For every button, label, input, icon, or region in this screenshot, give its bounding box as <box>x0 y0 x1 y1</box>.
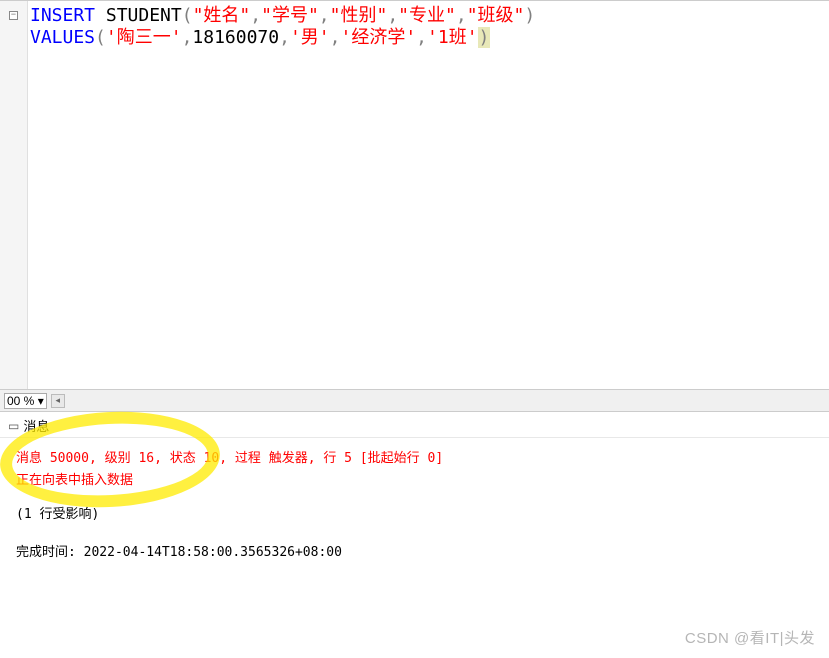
messages-tab-label: 消息 <box>23 416 49 435</box>
info-message-line: 正在向表中插入数据 <box>16 470 813 492</box>
string-literal: "性别" <box>330 5 388 26</box>
spacer <box>16 492 813 504</box>
paren: ) <box>524 5 535 26</box>
messages-body[interactable]: 消息 50000, 级别 16, 状态 10, 过程 触发器, 行 5 [批起始… <box>0 438 829 574</box>
comma: , <box>387 5 398 26</box>
completion-time-line: 完成时间: 2022-04-14T18:58:00.3565326+08:00 <box>16 542 813 564</box>
rows-affected-line: (1 行受影响) <box>16 504 813 526</box>
string-literal: "班级" <box>467 5 525 26</box>
comma: , <box>330 27 341 48</box>
keyword-values: VALUES <box>30 27 95 48</box>
string-literal: '陶三一' <box>106 27 182 48</box>
string-literal: "姓名" <box>193 5 251 26</box>
comma: , <box>416 27 427 48</box>
comma: , <box>456 5 467 26</box>
messages-icon: ▭ <box>8 419 19 433</box>
comma: , <box>319 5 330 26</box>
string-literal: "学号" <box>261 5 319 26</box>
string-literal: '1班' <box>427 27 478 48</box>
chevron-down-icon: ▾ <box>38 394 44 408</box>
comma: , <box>279 27 290 48</box>
comma: , <box>250 5 261 26</box>
error-message-line: 消息 50000, 级别 16, 状态 10, 过程 触发器, 行 5 [批起始… <box>16 448 813 470</box>
editor-gutter: − <box>0 1 28 389</box>
zoom-select[interactable]: 00 % ▾ <box>4 393 47 409</box>
comma: , <box>182 27 193 48</box>
spacer <box>16 526 813 542</box>
string-literal: '男' <box>290 27 330 48</box>
zoom-bar: 00 % ▾ ◂ <box>0 390 829 412</box>
scroll-left-button[interactable]: ◂ <box>51 394 65 408</box>
code-area[interactable]: INSERT STUDENT("姓名","学号","性别","专业","班级")… <box>28 1 829 389</box>
number-literal: 18160070 <box>192 27 279 48</box>
paren: ( <box>95 27 106 48</box>
paren: ( <box>182 5 193 26</box>
sql-editor-pane[interactable]: − INSERT STUDENT("姓名","学号","性别","专业","班级… <box>0 0 829 390</box>
paren: ) <box>478 27 491 48</box>
messages-tab-header[interactable]: ▭ 消息 <box>0 412 829 438</box>
zoom-value: 00 % <box>7 394 34 408</box>
keyword-insert: INSERT <box>30 5 95 26</box>
code-text: STUDENT <box>95 5 182 26</box>
string-literal: "专业" <box>398 5 456 26</box>
string-literal: '经济学' <box>340 27 416 48</box>
fold-toggle-icon[interactable]: − <box>9 11 18 20</box>
watermark-text: CSDN @看IT|头发 <box>685 627 815 648</box>
